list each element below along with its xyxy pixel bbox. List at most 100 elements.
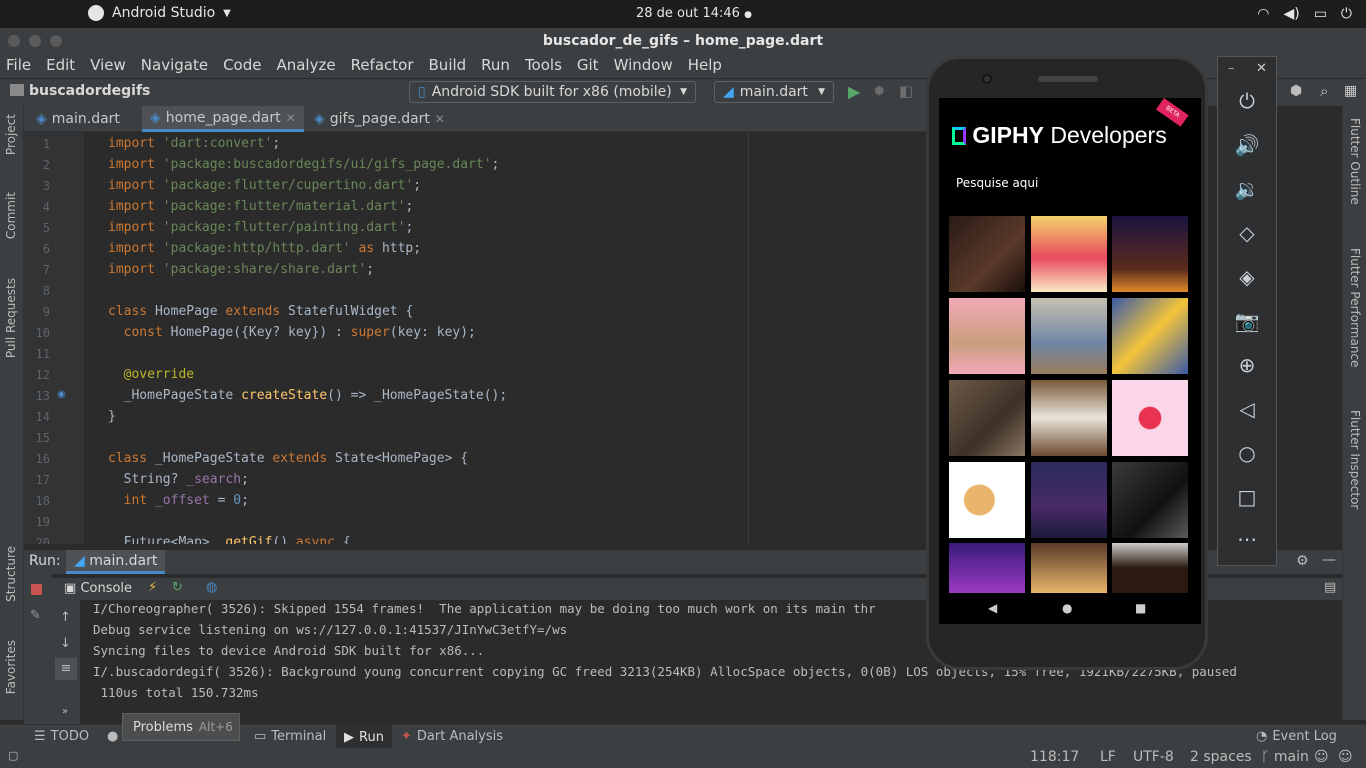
back-icon[interactable]: ◁ [1218, 397, 1276, 421]
home-nav-icon[interactable]: ● [1062, 601, 1072, 615]
sdk-manager-icon[interactable]: ⬢ [1290, 83, 1302, 99]
attach-icon[interactable]: ◧ [899, 82, 913, 100]
volume-down-icon[interactable]: 🔉 [1218, 177, 1276, 201]
pin-icon[interactable]: ✎ [30, 608, 41, 623]
camera-icon[interactable]: 📷 [1218, 309, 1276, 333]
project-breadcrumb[interactable]: buscadordegifs [29, 83, 150, 99]
favorites-tool-button[interactable]: Favorites [4, 640, 18, 694]
down-arrow-icon[interactable]: ↓ [60, 636, 71, 651]
notifications-icon[interactable]: ☺ [1338, 749, 1353, 765]
zoom-icon[interactable]: ⊕ [1218, 353, 1276, 377]
menu-help[interactable]: Help [688, 54, 722, 78]
gear-icon[interactable]: ⚙ [1296, 553, 1309, 569]
search-icon[interactable]: ⌕ [1320, 82, 1328, 100]
flutter-inspector-tool-button[interactable]: Flutter Inspector [1348, 410, 1362, 509]
project-tool-button[interactable]: Project [4, 114, 18, 155]
dart-analysis-tool-button[interactable]: ✦ Dart Analysis [401, 729, 503, 744]
tab-gifs-page-dart[interactable]: ◈ gifs_page.dart ✕ [306, 106, 453, 132]
pull-requests-tool-button[interactable]: Pull Requests [4, 278, 18, 358]
menu-code[interactable]: Code [223, 54, 261, 78]
close-window-button[interactable] [8, 35, 20, 47]
search-input[interactable]: Pesquise aqui [956, 176, 1038, 190]
indent-setting[interactable]: 2 spaces [1190, 749, 1252, 765]
system-tray[interactable]: ◠ ◀) ▭ ⏻ [1257, 6, 1352, 22]
git-branch[interactable]: ᚴ main [1261, 749, 1309, 765]
volume-up-icon[interactable]: 🔊 [1218, 133, 1276, 157]
line-separator[interactable]: LF [1100, 749, 1116, 765]
commit-tool-button[interactable]: Commit [4, 192, 18, 239]
face-icon[interactable]: ☺ [1314, 749, 1329, 765]
clock[interactable]: 28 de out 14:46 ● [636, 6, 752, 21]
gif-tile[interactable] [1031, 216, 1107, 292]
back-nav-icon[interactable]: ◀ [988, 601, 997, 615]
gif-tile[interactable] [949, 380, 1025, 456]
run-config-selector[interactable]: ◢ main.dart ▼ [714, 81, 834, 103]
gif-tile[interactable] [949, 298, 1025, 374]
gif-tile[interactable] [949, 462, 1025, 538]
caret-position[interactable]: 118:17 [1030, 749, 1079, 765]
code-editor[interactable]: 1 2 3 4 5 6 7 8 9 10 11 12 13 14 15 16 1… [24, 132, 926, 544]
gif-tile[interactable] [1031, 380, 1107, 456]
stop-icon[interactable] [31, 584, 42, 595]
terminal-tool-button[interactable]: ▭ Terminal [254, 729, 326, 744]
more-icon[interactable]: ⋯ [1218, 527, 1276, 551]
hot-restart-icon[interactable]: ↻ [172, 580, 183, 595]
gif-tile[interactable] [1112, 462, 1188, 538]
device-selector[interactable]: ▯ Android SDK built for x86 (mobile) ▼ [409, 81, 696, 103]
menu-window[interactable]: Window [614, 54, 673, 78]
settings-icon[interactable]: ▦ [1344, 83, 1357, 99]
gif-tile[interactable] [1112, 380, 1188, 456]
todo-tool-button[interactable]: ☰ TODO [34, 729, 89, 744]
menu-analyze[interactable]: Analyze [276, 54, 335, 78]
gif-tile[interactable] [949, 216, 1025, 292]
more-icon[interactable]: » [62, 706, 68, 717]
console-tab[interactable]: ▣ Console [64, 581, 132, 596]
debug-icon[interactable]: ✹ [873, 82, 886, 100]
gif-tile[interactable] [1031, 298, 1107, 374]
close-icon[interactable]: ✕ [286, 105, 296, 131]
menu-file[interactable]: File [6, 54, 31, 78]
flutter-performance-tool-button[interactable]: Flutter Performance [1348, 248, 1362, 367]
minimize-window-button[interactable] [29, 35, 41, 47]
menu-edit[interactable]: Edit [46, 54, 75, 78]
menu-tools[interactable]: Tools [525, 54, 562, 78]
layout-toggle-icon[interactable]: ▢ [8, 749, 18, 762]
run-icon[interactable]: ▶ [848, 82, 860, 101]
event-log-tool-button[interactable]: ◔ Event Log [1256, 729, 1337, 744]
tab-main-dart[interactable]: ◈ main.dart [28, 106, 128, 132]
soft-wrap-icon[interactable]: ≡ [55, 658, 77, 680]
run-config-tab[interactable]: ◢ main.dart [66, 550, 166, 574]
problems-tool-button[interactable]: ● [107, 729, 118, 744]
hot-reload-icon[interactable]: ⚡ [148, 580, 157, 595]
tab-home-page-dart[interactable]: ◈ home_page.dart ✕ [142, 106, 304, 132]
power-icon[interactable]: ⏻ [1218, 89, 1276, 113]
layout-icon[interactable]: ▤ [1324, 580, 1336, 595]
up-arrow-icon[interactable]: ↑ [60, 610, 71, 625]
menu-run[interactable]: Run [481, 54, 510, 78]
menu-git[interactable]: Git [577, 54, 599, 78]
flutter-outline-tool-button[interactable]: Flutter Outline [1348, 118, 1362, 205]
run-tool-button[interactable]: ▶ Run [336, 725, 392, 749]
structure-tool-button[interactable]: Structure [4, 546, 18, 602]
gif-tile[interactable] [1112, 543, 1188, 593]
app-menu[interactable]: Android Studio ▼ [88, 5, 231, 21]
file-encoding[interactable]: UTF-8 [1133, 749, 1174, 765]
recents-nav-icon[interactable]: ■ [1135, 601, 1146, 615]
gif-tile[interactable] [1031, 462, 1107, 538]
maximize-window-button[interactable] [50, 35, 62, 47]
menu-view[interactable]: View [90, 54, 126, 78]
rotate-left-icon[interactable]: ◇ [1218, 221, 1276, 245]
devtools-icon[interactable]: ◍ [206, 580, 217, 595]
close-icon[interactable]: ✕ [435, 106, 445, 132]
close-icon[interactable]: ✕ [1256, 61, 1267, 76]
overview-icon[interactable]: □ [1218, 485, 1276, 509]
override-marker-icon[interactable]: ◉ [57, 389, 66, 400]
minimize-icon[interactable]: – [1228, 61, 1235, 76]
home-icon[interactable]: ○ [1218, 441, 1276, 465]
menu-refactor[interactable]: Refactor [351, 54, 414, 78]
gif-tile[interactable] [1031, 543, 1107, 593]
hide-panel-icon[interactable]: — [1322, 552, 1336, 568]
menu-build[interactable]: Build [429, 54, 467, 78]
menu-navigate[interactable]: Navigate [141, 54, 208, 78]
gif-tile[interactable] [1112, 298, 1188, 374]
